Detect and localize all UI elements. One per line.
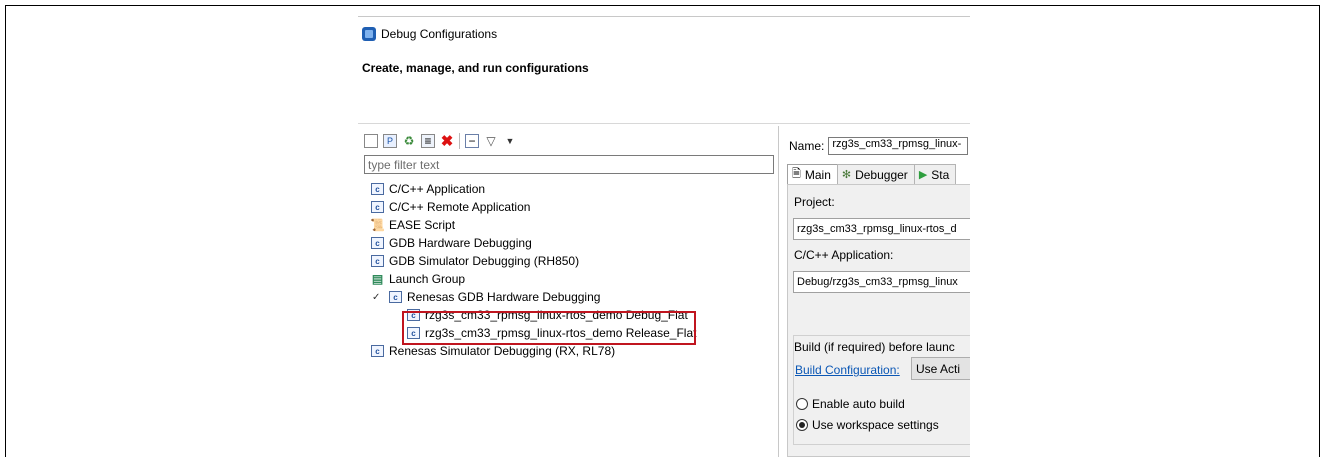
startup-tab-icon: ▶ [918, 169, 928, 181]
build-configuration-link[interactable]: Build Configuration: [795, 363, 900, 377]
config-list-pane: P ♻ ≡ ✖ − ▽ ▼ c C/C++ Application c C/C+… [361, 126, 778, 457]
selection-highlight-box [402, 311, 696, 345]
tab-label: Sta [931, 167, 950, 182]
new-config-icon[interactable] [364, 134, 378, 148]
c-config-icon: c [371, 345, 384, 357]
radio-label: Enable auto build [812, 397, 905, 411]
build-configuration-select[interactable]: Use Acti [911, 357, 970, 380]
name-row: Name: rzg3s_cm33_rpmsg_linux- [789, 137, 969, 155]
config-editor-pane: Name: rzg3s_cm33_rpmsg_linux- 🗎 Main ✻ D… [783, 126, 970, 457]
name-label: Name: [789, 139, 825, 153]
c-config-icon: c [389, 291, 402, 303]
tree-item-label: Launch Group [389, 272, 466, 286]
main-tab-panel: Project: rzg3s_cm33_rpmsg_linux-rtos_d C… [787, 184, 970, 457]
c-config-icon: c [371, 201, 384, 213]
tree-item-renesas-gdb[interactable]: ✓ c Renesas GDB Hardware Debugging [371, 288, 771, 306]
tab-label: Debugger [855, 167, 908, 182]
delete-icon[interactable]: ✖ [440, 133, 454, 150]
use-workspace-settings-radio[interactable]: Use workspace settings [796, 418, 939, 432]
tree-item-label: C/C++ Application [389, 182, 486, 196]
duplicate-icon[interactable]: ♻ [402, 134, 416, 148]
title-bar: Debug Configurations [362, 25, 497, 43]
tree-item-c-application[interactable]: c C/C++ Application [371, 180, 771, 198]
debug-app-icon [362, 27, 376, 41]
debug-configurations-dialog: Debug Configurations Create, manage, and… [358, 16, 970, 457]
toolbar-separator [459, 133, 460, 149]
radio-selected-icon [796, 419, 808, 431]
tree-item-label: GDB Hardware Debugging [389, 236, 532, 250]
c-config-icon: c [371, 237, 384, 249]
enable-auto-build-radio[interactable]: Enable auto build [796, 397, 905, 411]
tree-item-gdb-hardware[interactable]: c GDB Hardware Debugging [371, 234, 771, 252]
window-title: Debug Configurations [381, 27, 498, 41]
project-field[interactable]: rzg3s_cm33_rpmsg_linux-rtos_d [793, 218, 970, 240]
filter-input[interactable] [364, 155, 774, 174]
application-field[interactable]: Debug/rzg3s_cm33_rpmsg_linux [793, 271, 970, 293]
project-label: Project: [794, 195, 835, 209]
tab-label: Main [804, 167, 831, 182]
filter-icon[interactable]: ▽ [484, 134, 498, 148]
tree-item-label: GDB Simulator Debugging (RH850) [389, 254, 580, 268]
tab-main[interactable]: 🗎 Main [787, 164, 838, 184]
c-config-icon: c [371, 183, 384, 195]
tree-item-label: C/C++ Remote Application [389, 200, 531, 214]
collapse-all-icon[interactable]: − [465, 134, 479, 148]
pane-splitter[interactable] [778, 126, 779, 457]
launch-group-icon: ▤ [371, 272, 384, 286]
export-icon[interactable]: ≡ [421, 134, 435, 148]
dropdown-arrow-icon[interactable]: ▼ [503, 134, 517, 148]
build-group-label: Build (if required) before launc [794, 340, 955, 354]
tab-startup[interactable]: ▶ Sta [913, 164, 957, 184]
config-toolbar: P ♻ ≡ ✖ − ▽ ▼ [364, 131, 517, 151]
c-config-icon: c [371, 255, 384, 267]
tree-item-label: Renesas GDB Hardware Debugging [407, 290, 601, 304]
new-prototype-icon[interactable]: P [383, 134, 397, 148]
top-divider [358, 16, 970, 17]
tree-item-c-remote-application[interactable]: c C/C++ Remote Application [371, 198, 771, 216]
debugger-tab-icon: ✻ [841, 169, 852, 181]
tab-debugger[interactable]: ✻ Debugger [836, 164, 915, 184]
tree-item-label: EASE Script [389, 218, 456, 232]
radio-label: Use workspace settings [812, 418, 939, 432]
tree-item-label: Renesas Simulator Debugging (RX, RL78) [389, 344, 616, 358]
application-label: C/C++ Application: [794, 248, 894, 262]
banner-divider [358, 123, 970, 124]
name-field[interactable]: rzg3s_cm33_rpmsg_linux- [828, 137, 969, 155]
config-tabs: 🗎 Main ✻ Debugger ▶ Sta [787, 164, 970, 184]
radio-icon [796, 398, 808, 410]
dialog-subtitle: Create, manage, and run configurations [362, 61, 589, 75]
chevron-down-icon[interactable]: ✓ [372, 292, 380, 303]
main-tab-icon: 🗎 [792, 168, 801, 180]
tree-item-launch-group[interactable]: ▤ Launch Group [371, 270, 771, 288]
tree-item-ease-script[interactable]: 📜 EASE Script [370, 216, 771, 234]
script-icon: 📜 [370, 218, 385, 232]
tree-item-gdb-simulator[interactable]: c GDB Simulator Debugging (RH850) [371, 252, 771, 270]
